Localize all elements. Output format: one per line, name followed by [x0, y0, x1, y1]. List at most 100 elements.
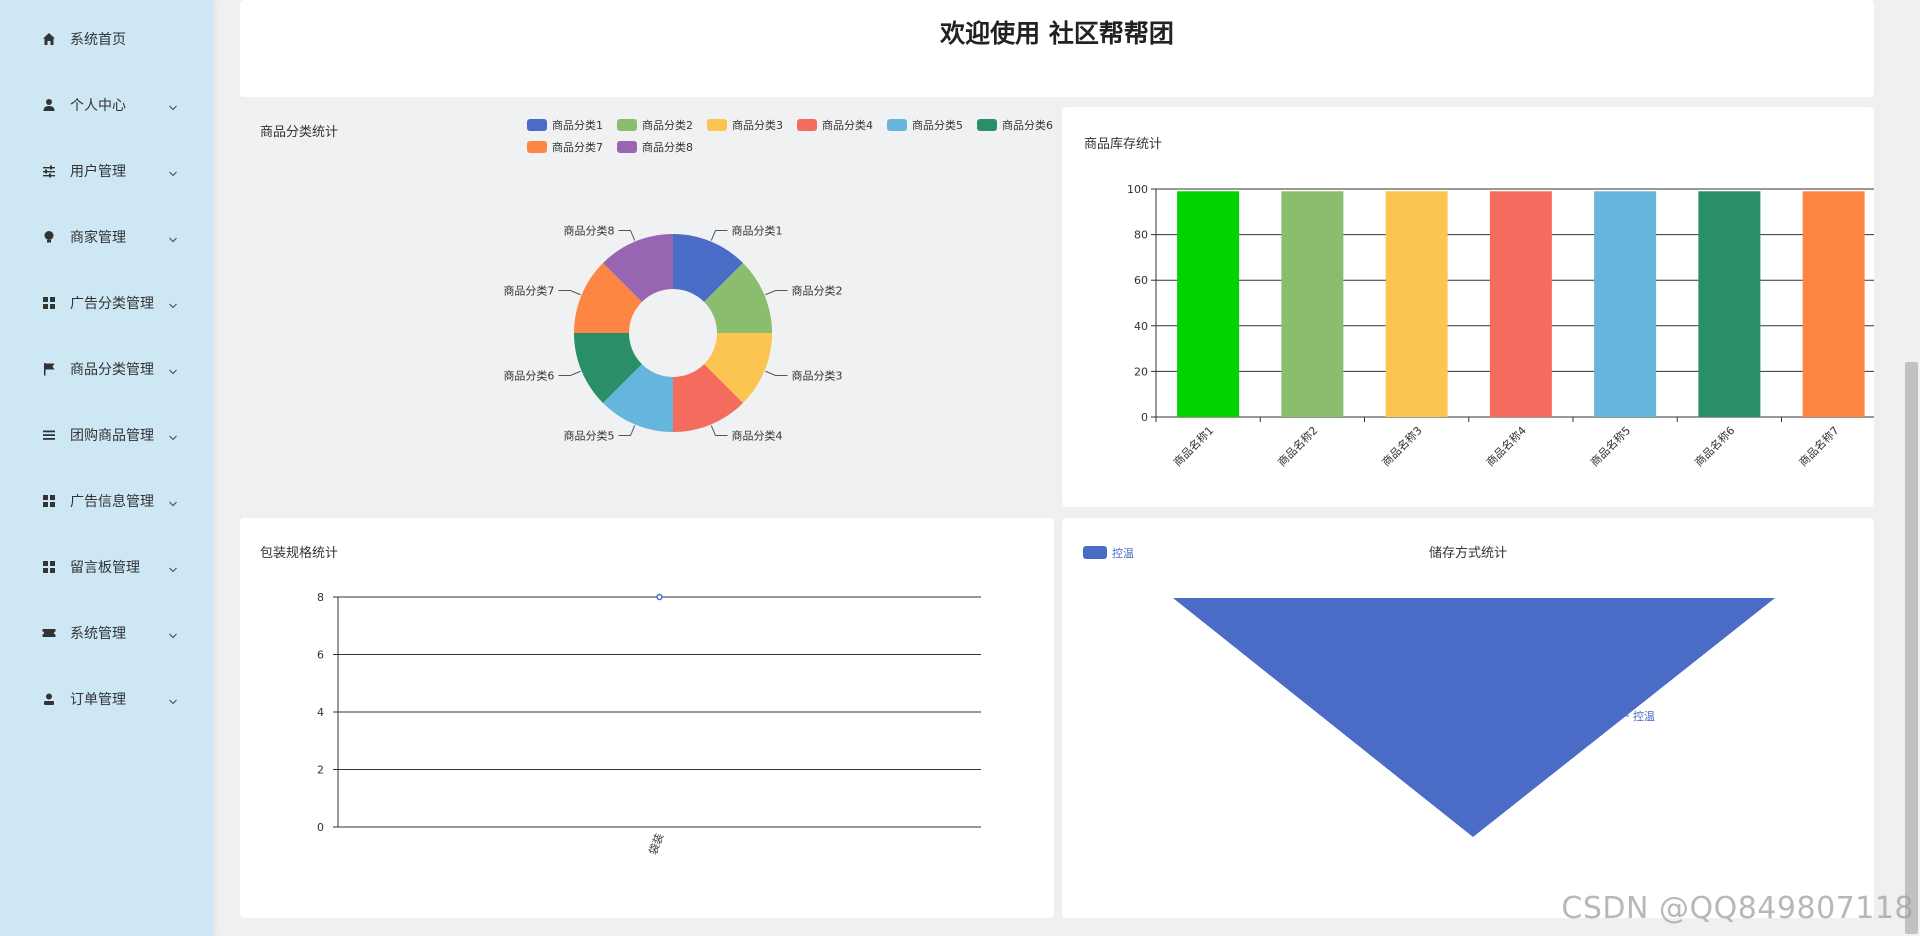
line-ytick-label: 4 [317, 706, 324, 719]
person-badge-icon [42, 692, 56, 706]
bar-xtick-label: 商品名称3 [1379, 423, 1425, 469]
bar[interactable] [1177, 191, 1240, 417]
sidebar-item-5[interactable]: 商品分类管理 [0, 349, 213, 389]
watermark: CSDN @QQ849807118 [1561, 891, 1914, 926]
bar-ytick-label: 40 [1134, 320, 1148, 333]
sidebar-item-4[interactable]: 广告分类管理 [0, 283, 213, 323]
sidebar-item-label: 商品分类管理 [70, 362, 154, 378]
bar-ytick-label: 100 [1127, 183, 1148, 196]
sidebar-item-2[interactable]: 用户管理 [0, 151, 213, 191]
pie-legend-label: 商品分类4 [822, 118, 873, 132]
pie-legend-item[interactable]: 商品分类8 [617, 140, 693, 154]
stock-bar-chart: 0 20 40 60 80 100 商品名称1 商品名称2 商品名称3 商品名称4 商品名称5 商品名… [1127, 183, 1874, 469]
sidebar-item-label: 个人中心 [70, 98, 126, 114]
grid-icon [42, 494, 56, 508]
bar-xtick-label: 商品名称1 [1170, 423, 1216, 469]
line-ytick-label: 2 [317, 764, 324, 777]
pie-slice-label: 商品分类4 [731, 429, 782, 443]
sidebar-item-label: 广告信息管理 [70, 494, 154, 510]
chevron-down-icon [167, 495, 179, 507]
sidebar-item-6[interactable]: 团购商品管理 [0, 415, 213, 455]
funnel-legend-label: 控温 [1112, 546, 1134, 560]
sliders-icon [42, 164, 56, 178]
sidebar-item-8[interactable]: 留言板管理 [0, 547, 213, 587]
sidebar-item-9[interactable]: 系统管理 [0, 613, 213, 653]
main-content: 欢迎使用 社区帮帮团 商品分类统计 商品分类1 商品分类2 商品分类3 商品分类4 商品… [213, 0, 1903, 936]
sidebar-item-3[interactable]: 商家管理 [0, 217, 213, 257]
category-pie-panel: 商品分类统计 商品分类1 商品分类2 商品分类3 商品分类4 商品分类5 商品分类6 商品分… [240, 107, 1054, 507]
pie-label-line [710, 229, 728, 241]
pie-legend-item[interactable]: 商品分类7 [527, 140, 603, 154]
chevron-down-icon [167, 627, 179, 639]
line-xtick-label: 袋装 [646, 831, 667, 856]
sidebar-item-label: 系统管理 [70, 626, 126, 642]
bar-ytick-label: 80 [1134, 229, 1148, 242]
bar-xtick-label: 商品名称2 [1275, 423, 1321, 469]
sidebar-item-label: 商家管理 [70, 230, 126, 246]
flag-icon [42, 362, 56, 376]
chevron-down-icon [167, 99, 179, 111]
bar-xtick-label: 商品名称5 [1587, 423, 1633, 469]
chevron-down-icon [167, 165, 179, 177]
chevron-down-icon [167, 297, 179, 309]
pie-legend-item[interactable]: 商品分类2 [617, 118, 693, 132]
sidebar-item-label: 团购商品管理 [70, 428, 154, 444]
pie-legend-label: 商品分类7 [552, 140, 603, 154]
pie-slice-label: 商品分类6 [503, 368, 554, 382]
pie-legend-label: 商品分类8 [642, 140, 693, 154]
sidebar-item-1[interactable]: 个人中心 [0, 85, 213, 125]
chevron-down-icon [167, 231, 179, 243]
sidebar-item-label: 广告分类管理 [70, 296, 154, 312]
grid-icon [42, 296, 56, 310]
bar[interactable] [1594, 191, 1657, 417]
funnel-segment-label: 控温 [1633, 709, 1655, 723]
home-icon [42, 32, 56, 46]
user-icon [42, 98, 56, 112]
pie-legend-item[interactable]: 商品分类6 [977, 118, 1053, 132]
pie-legend-item[interactable]: 商品分类1 [527, 118, 603, 132]
bar-ytick-label: 0 [1141, 411, 1148, 424]
funnel-legend-item[interactable]: 控温 [1083, 546, 1134, 560]
pie-slice-label: 商品分类7 [503, 284, 554, 298]
pie-legend-item[interactable]: 商品分类5 [887, 118, 963, 132]
pie-slice-label: 商品分类5 [564, 429, 615, 443]
bar-xtick-label: 商品名称7 [1796, 423, 1842, 469]
sidebar-item-label: 订单管理 [70, 692, 126, 708]
bar[interactable] [1802, 191, 1865, 417]
list-icon [42, 428, 56, 442]
sidebar-item-10[interactable]: 订单管理 [0, 679, 213, 719]
pie-label-line [558, 370, 581, 376]
chevron-down-icon [167, 429, 179, 441]
scrollbar-thumb[interactable] [1905, 362, 1918, 934]
sidebar-item-label: 系统首页 [70, 32, 126, 48]
pie-legend-label: 商品分类6 [1002, 118, 1053, 132]
pie-legend-label: 商品分类2 [642, 118, 693, 132]
bulb-icon [42, 230, 56, 244]
bar[interactable] [1281, 191, 1344, 417]
funnel-segment[interactable] [1173, 598, 1775, 837]
bar[interactable] [1489, 191, 1552, 417]
pie-legend-label: 商品分类3 [732, 118, 783, 132]
bar[interactable] [1698, 191, 1761, 417]
sidebar-item-7[interactable]: 广告信息管理 [0, 481, 213, 521]
chevron-down-icon [167, 363, 179, 375]
page-scrollbar[interactable] [1903, 0, 1920, 936]
pie-label-line [618, 425, 636, 437]
category-pie-chart: 商品分类1 商品分类2 商品分类3 商品分类4 商品分类5 商品分类6 商品分类7 商品分类8… [503, 118, 1053, 443]
pie-slice-label: 商品分类1 [731, 223, 782, 237]
bar[interactable] [1385, 191, 1448, 417]
sidebar-item-0[interactable]: 系统首页 [0, 19, 213, 59]
storage-funnel-panel: 储存方式统计 控温 控温 [1062, 518, 1874, 918]
bar-xtick-label: 商品名称4 [1483, 423, 1529, 469]
pie-label-line [710, 425, 728, 437]
line-point[interactable] [656, 593, 663, 601]
pie-legend-item[interactable]: 商品分类4 [797, 118, 873, 132]
sidebar-item-label: 留言板管理 [70, 560, 140, 576]
pie-label-line [618, 229, 636, 241]
stock-bar-panel: 商品库存统计 0 20 40 60 80 100 商品名称1 商品名称2 商品名称3 商品名称4 商… [1062, 107, 1874, 507]
storage-funnel-chart: 控温控温 [1083, 546, 1775, 837]
chevron-down-icon [167, 693, 179, 705]
line-ytick-label: 8 [317, 591, 324, 604]
pie-legend-item[interactable]: 商品分类3 [707, 118, 783, 132]
packaging-line-chart: 0 2 4 6 8 袋装 [317, 591, 981, 857]
